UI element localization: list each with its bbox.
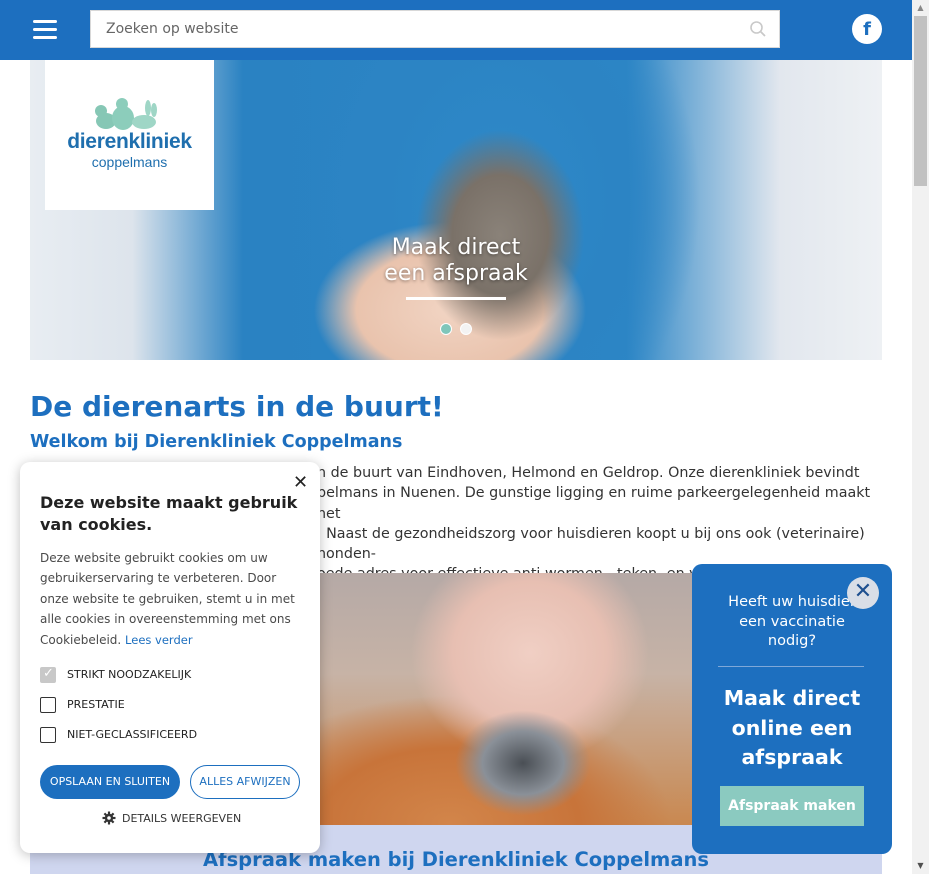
animals-logo-icon (95, 98, 157, 130)
hero-caption-underline (406, 297, 506, 300)
hero-caption[interactable]: Maak direct een afspraak (354, 235, 558, 287)
hamburger-menu-icon[interactable] (33, 20, 57, 40)
show-details-button[interactable]: DETAILS WEERGEVEN (102, 811, 241, 825)
search-input[interactable] (91, 11, 746, 47)
scrollbar[interactable]: ▲ ▼ (912, 0, 929, 874)
checkbox-performance-label: PRESTATIE (67, 698, 125, 711)
appointment-heading: Maak direct online een afspraak (723, 686, 861, 769)
scroll-thumb[interactable] (914, 16, 927, 186)
facebook-icon[interactable]: f (852, 14, 882, 44)
divider (718, 666, 864, 667)
cookie-text: Deze website gebruikt cookies om uw gebr… (40, 548, 298, 650)
appointment-question: Heeft uw huisdier een vaccinatie nodig? (728, 594, 856, 649)
checkbox-unclassified-label: NIET-GECLASSIFICEERD (67, 728, 198, 741)
make-appointment-button[interactable]: Afspraak maken (720, 786, 864, 826)
gear-icon (102, 811, 116, 825)
hero-slider[interactable]: dierenkliniek coppelmans Maak direct een… (30, 60, 882, 360)
search-icon[interactable] (749, 20, 767, 38)
appointment-widget: Heeft uw huisdier een vaccinatie nodig? … (692, 564, 892, 854)
page-subtitle: Welkom bij Dierenkliniek Coppelmans (30, 432, 403, 452)
read-more-link[interactable]: Lees verder (125, 633, 193, 647)
logo-name: dierenkliniek (67, 130, 192, 153)
search-box (90, 10, 780, 48)
hero-caption-line1: Maak direct (391, 235, 521, 260)
checkbox-strict[interactable] (40, 666, 56, 683)
cookie-title: Deze website maakt gebruik van cookies. (40, 493, 298, 534)
checkbox-performance[interactable] (40, 697, 56, 713)
scroll-down-arrow-icon[interactable]: ▼ (912, 858, 929, 874)
page-title: De dierenarts in de buurt! (30, 390, 444, 423)
checkbox-strict-label: STRIKT NOODZAKELIJK (67, 668, 192, 681)
checkbox-unclassified[interactable] (40, 727, 56, 743)
top-bar: f (0, 0, 912, 60)
close-icon[interactable]: ✕ (293, 472, 308, 493)
scroll-up-arrow-icon[interactable]: ▲ (912, 0, 929, 16)
save-and-close-button[interactable]: OPSLAAN EN SLUITEN (40, 765, 180, 799)
reject-all-button[interactable]: ALLES AFWIJZEN (190, 765, 300, 799)
hero-caption-line2: een afspraak (384, 261, 528, 286)
slider-dot-2[interactable] (460, 323, 472, 335)
show-details-label: DETAILS WEERGEVEN (122, 812, 242, 825)
cookie-dialog: ✕ Deze website maakt gebruik van cookies… (20, 462, 320, 853)
slider-dot-1[interactable] (440, 323, 452, 335)
site-logo[interactable]: dierenkliniek coppelmans (45, 60, 214, 210)
close-icon[interactable]: ✕ (847, 577, 879, 609)
logo-subtitle: coppelmans (91, 154, 168, 170)
